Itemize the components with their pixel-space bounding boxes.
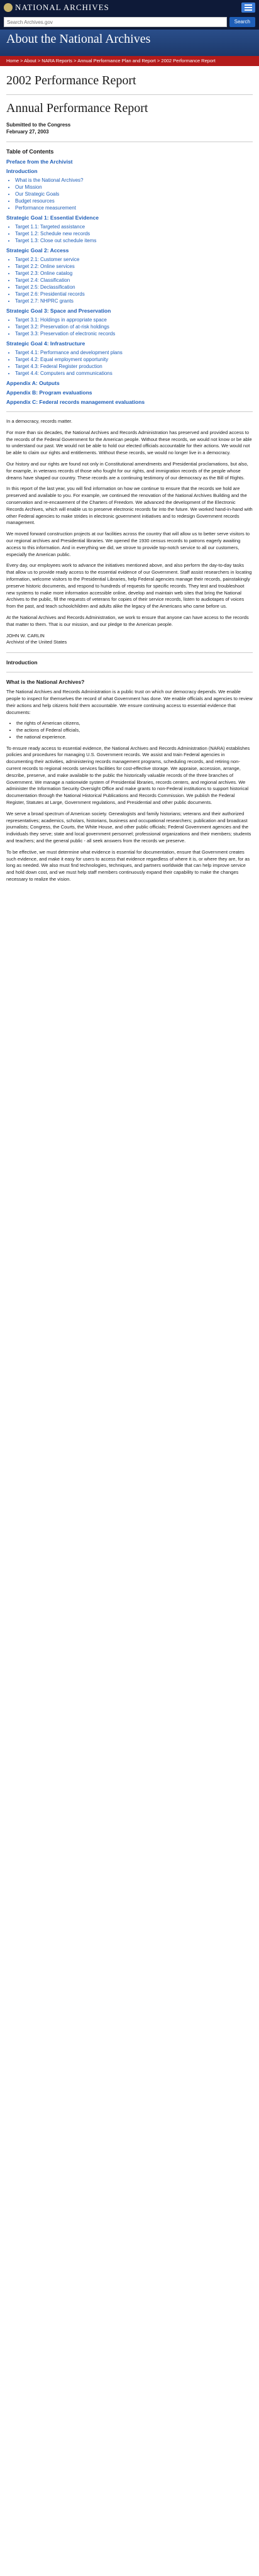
submitted-to: Submitted to the Congress bbox=[6, 122, 71, 128]
toc-list: Target 4.1: Performance and development … bbox=[6, 349, 253, 377]
list-item: the rights of American citizens, bbox=[16, 720, 253, 727]
toc-link[interactable]: Target 3.2: Preservation of at-risk hold… bbox=[15, 323, 253, 330]
table-of-contents: Preface from the Archivist Introduction Wh… bbox=[6, 159, 253, 405]
divider bbox=[6, 94, 253, 95]
paragraph: In this report of the last year, you wil… bbox=[6, 486, 253, 526]
paragraph: To be effective, we must determine what … bbox=[6, 849, 250, 883]
evidence-list: the rights of American citizens,the acti… bbox=[6, 720, 253, 740]
toc-section-link[interactable]: Strategic Goal 4: Infrastructure bbox=[6, 340, 253, 347]
toc-link[interactable]: Our Mission bbox=[15, 184, 253, 191]
toc-link[interactable]: Target 4.4: Computers and communications bbox=[15, 370, 253, 377]
toc-link[interactable]: Target 2.7: NHPRC grants bbox=[15, 298, 253, 304]
toc-link[interactable]: Target 4.2: Equal employment opportunity bbox=[15, 356, 253, 363]
paragraph: To ensure ready access to essential evid… bbox=[6, 745, 250, 806]
toc-link[interactable]: Our Strategic Goals bbox=[15, 191, 253, 198]
signature-name: JOHN W. CARLIN bbox=[6, 632, 45, 638]
toc-list: What is the National Archives?Our Missio… bbox=[6, 177, 253, 211]
toc-link[interactable]: Target 4.3: Federal Register production bbox=[15, 363, 253, 370]
report-date: February 27, 2003 bbox=[6, 129, 49, 135]
search-button[interactable]: Search bbox=[229, 17, 255, 27]
page-title: 2002 Performance Report bbox=[6, 74, 136, 87]
paragraph: Our history and our rights are found not… bbox=[6, 460, 248, 481]
site-logo[interactable]: NATIONAL ARCHIVES bbox=[4, 3, 109, 13]
toc-link[interactable]: Target 3.3: Preservation of electronic r… bbox=[15, 330, 253, 337]
toc-link[interactable]: Target 3.1: Holdings in appropriate spac… bbox=[15, 316, 253, 323]
toc-link[interactable]: Target 2.3: Online catalog bbox=[15, 270, 253, 277]
toc-link[interactable]: Target 2.5: Declassification bbox=[15, 284, 253, 291]
toc-list: Target 3.1: Holdings in appropriate spac… bbox=[6, 316, 253, 337]
toc-link[interactable]: Target 4.1: Performance and development … bbox=[15, 349, 253, 356]
what-is-section: To ensure ready access to essential evid… bbox=[6, 745, 253, 883]
toc-link[interactable]: Target 2.6: Presidential records bbox=[15, 291, 253, 298]
toc-section-link[interactable]: Preface from the Archivist bbox=[6, 159, 253, 165]
toc-link[interactable]: Target 1.3: Close out schedule items bbox=[15, 237, 253, 244]
search-input[interactable] bbox=[4, 17, 227, 27]
divider bbox=[6, 652, 253, 654]
toc-list: Target 2.1: Customer serviceTarget 2.2: … bbox=[6, 256, 253, 304]
toc-heading: Table of Contents bbox=[6, 148, 54, 155]
list-item: the actions of Federal officials, bbox=[16, 727, 253, 734]
toc-section-link[interactable]: Appendix A: Outputs bbox=[6, 380, 253, 386]
main-content: 2002 Performance Report Annual Performan… bbox=[0, 74, 259, 883]
preface-section: In a democracy, records matter. For more … bbox=[6, 418, 253, 628]
paragraph: The National Archives and Records Admini… bbox=[6, 689, 253, 715]
paragraph: We serve a broad spectrum of American so… bbox=[6, 810, 251, 844]
toc-link[interactable]: Budget resources bbox=[15, 198, 253, 204]
breadcrumb[interactable]: Home > About > NARA Reports > Annual Per… bbox=[0, 56, 259, 66]
list-item: the national experience. bbox=[16, 734, 253, 741]
paragraph: In a democracy, records matter. bbox=[6, 418, 72, 424]
toc-list: Target 1.1: Targeted assistanceTarget 1.… bbox=[6, 223, 253, 244]
what-is-heading: What is the National Archives? bbox=[6, 679, 85, 686]
toc-link[interactable]: What is the National Archives? bbox=[15, 177, 253, 184]
signature-title: Archivist of the United States bbox=[6, 639, 67, 645]
eagle-seal-icon bbox=[4, 3, 13, 12]
hero-banner: About the National Archives Home > About… bbox=[0, 30, 259, 66]
hero-title: About the National Archives bbox=[6, 32, 151, 46]
report-title: Annual Performance Report bbox=[6, 101, 148, 115]
top-bar: NATIONAL ARCHIVES bbox=[0, 0, 259, 15]
menu-button[interactable] bbox=[241, 3, 255, 13]
toc-section-link[interactable]: Introduction bbox=[6, 168, 253, 174]
toc-link[interactable]: Target 1.2: Schedule new records bbox=[15, 230, 253, 237]
toc-section-link[interactable]: Appendix B: Program evaluations bbox=[6, 389, 253, 396]
paragraph: At the National Archives and Records Adm… bbox=[6, 614, 249, 627]
hamburger-icon bbox=[245, 4, 252, 6]
paragraph: For more than six decades, the National … bbox=[6, 429, 252, 456]
toc-section-link[interactable]: Strategic Goal 1: Essential Evidence bbox=[6, 215, 253, 221]
paragraph: Every day, our employees work to advance… bbox=[6, 562, 252, 610]
search-bar: Search bbox=[0, 15, 259, 30]
site-name: NATIONAL ARCHIVES bbox=[15, 3, 109, 12]
toc-link[interactable]: Target 2.1: Customer service bbox=[15, 256, 253, 263]
toc-link[interactable]: Target 1.1: Targeted assistance bbox=[15, 223, 253, 230]
paragraph: We moved forward construction projects a… bbox=[6, 531, 250, 557]
toc-link[interactable]: Performance measurement bbox=[15, 204, 253, 211]
toc-link[interactable]: Target 2.4: Classification bbox=[15, 277, 253, 284]
toc-section-link[interactable]: Strategic Goal 2: Access bbox=[6, 247, 253, 254]
toc-section-link[interactable]: Appendix C: Federal records management e… bbox=[6, 399, 253, 405]
toc-section-link[interactable]: Strategic Goal 3: Space and Preservation bbox=[6, 308, 253, 314]
introduction-heading: Introduction bbox=[6, 659, 38, 666]
divider bbox=[6, 411, 253, 412]
toc-link[interactable]: Target 2.2: Online services bbox=[15, 263, 253, 270]
